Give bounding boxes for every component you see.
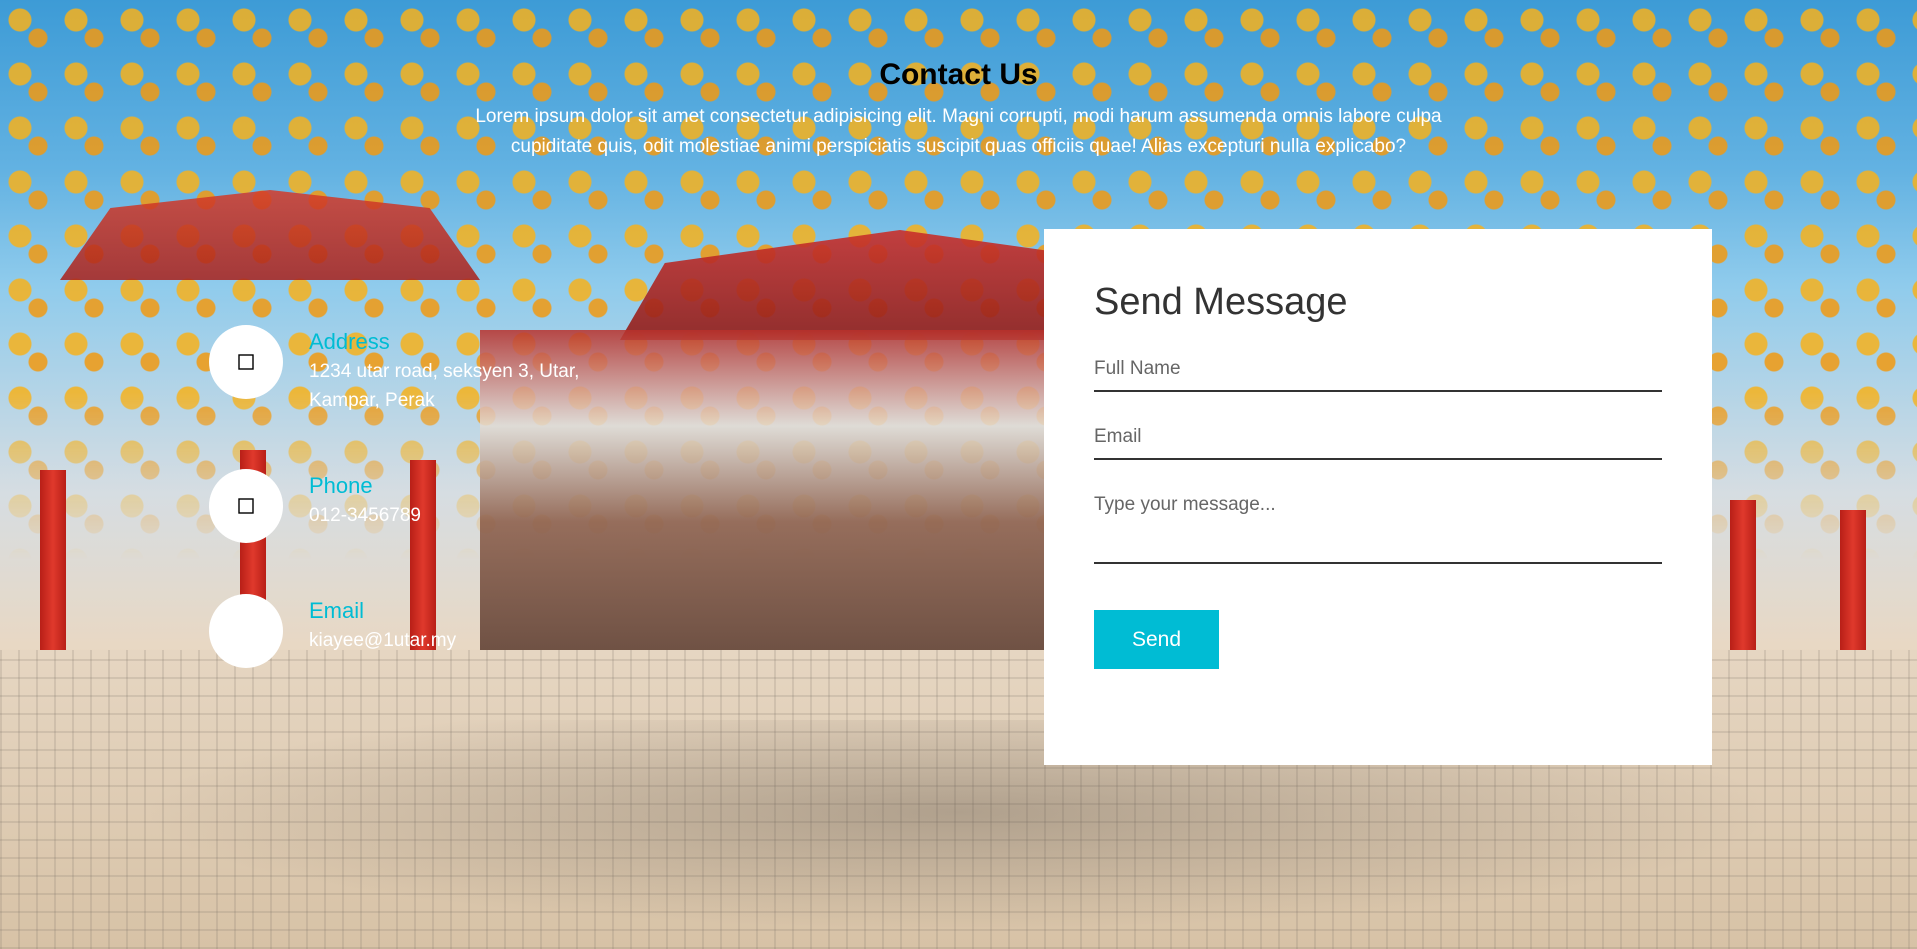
email-value: kiayee@1utar.my	[309, 630, 457, 651]
page-description: Lorem ipsum dolor sit amet consectetur a…	[475, 106, 1442, 157]
phone-label: Phone	[309, 473, 373, 498]
pillar	[1840, 510, 1866, 660]
address-value: 1234 utar road, seksyen 3, Utar, Kampar,…	[309, 361, 580, 411]
phone-value: 012-3456789	[309, 505, 421, 526]
email-label: Email	[309, 598, 365, 623]
send-button[interactable]: Send	[1094, 610, 1219, 669]
contact-header: Contact Us Lorem ipsum dolor sit amet co…	[0, 58, 1917, 162]
message-field-wrapper	[1094, 488, 1662, 564]
email-input[interactable]	[1094, 420, 1662, 458]
form-title: Send Message	[1094, 281, 1348, 323]
pillar	[40, 470, 66, 670]
contact-form-card: Send Message Send	[1044, 229, 1712, 765]
envelope-icon	[209, 594, 283, 668]
page-title: Contact Us	[879, 58, 1038, 91]
email-field-wrapper	[1094, 420, 1662, 460]
pillar	[1730, 500, 1756, 660]
full-name-input[interactable]	[1094, 352, 1662, 390]
full-name-field-wrapper	[1094, 352, 1662, 392]
address-label: Address	[309, 329, 390, 354]
phone-icon	[209, 469, 283, 543]
message-textarea[interactable]	[1094, 488, 1662, 558]
map-marker-icon	[209, 325, 283, 399]
